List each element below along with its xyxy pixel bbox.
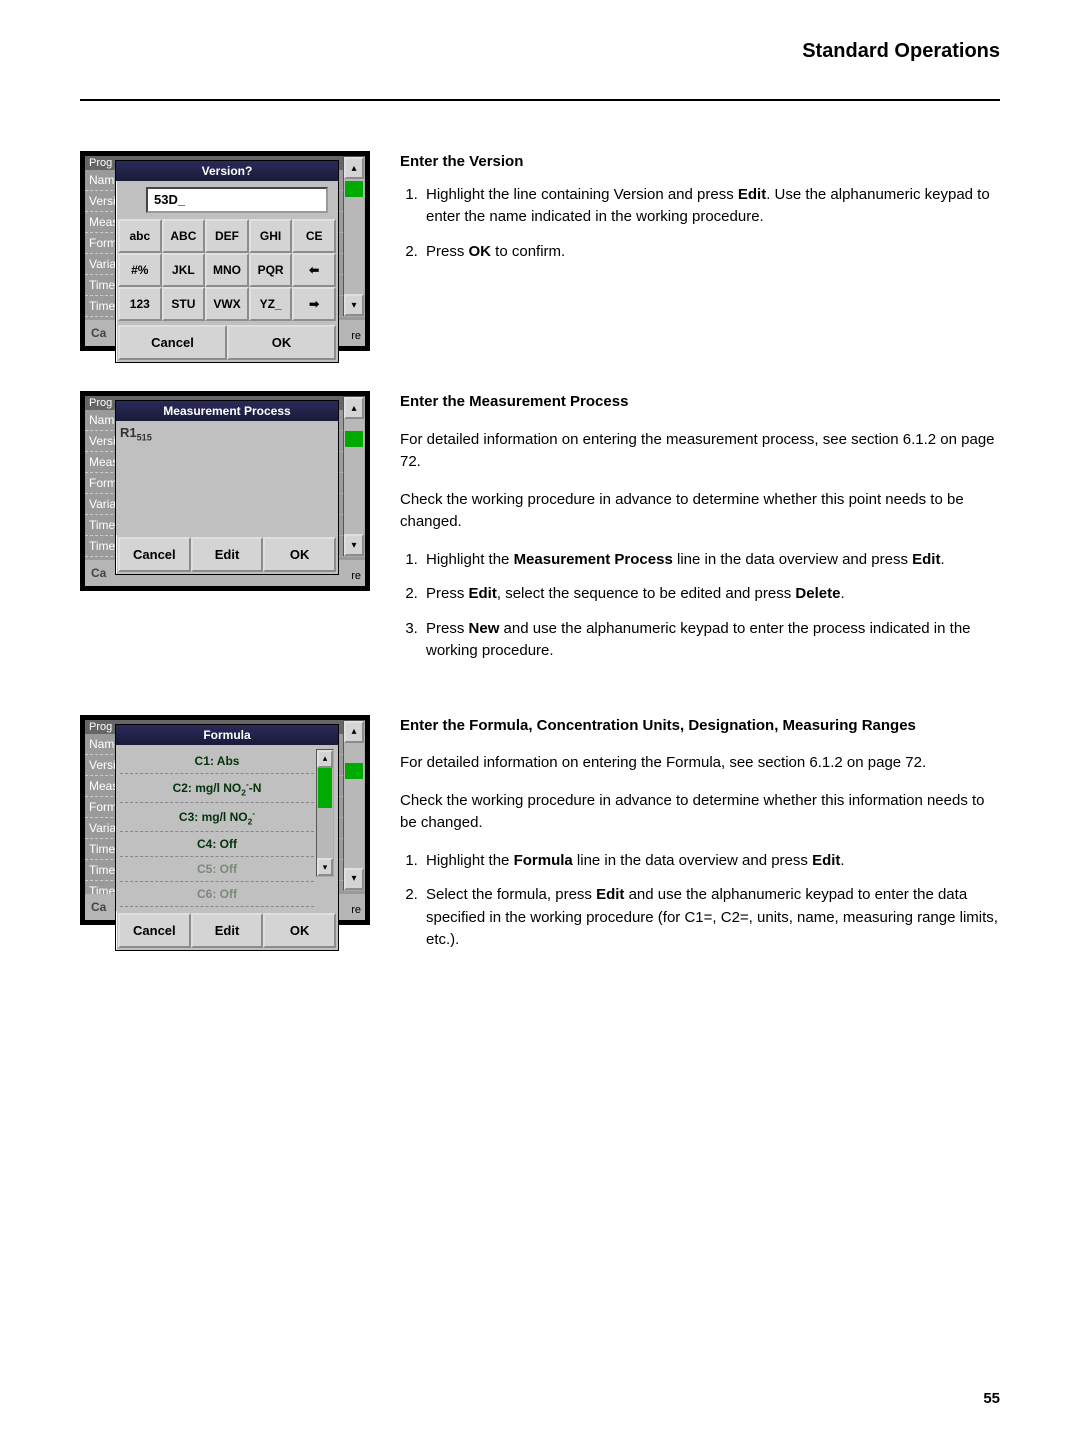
scroll-down-icon[interactable]: ▾ (344, 294, 364, 316)
step-item: Press Edit, select the sequence to be ed… (422, 583, 1000, 606)
page-number: 55 (983, 1390, 1000, 1407)
formula-item[interactable]: C4: Off (120, 832, 314, 857)
measurement-dialog: Measurement Process R1515 Cancel Edit OK (115, 400, 339, 575)
bg-footer-left: Ca (91, 566, 106, 580)
step-item: Select the formula, press Edit and use t… (422, 884, 1000, 952)
scroll-up-icon[interactable]: ▴ (317, 750, 333, 768)
key-def[interactable]: DEF (205, 219, 249, 253)
dialog-title: Version? (116, 161, 338, 181)
scroll-up-icon[interactable]: ▴ (344, 157, 364, 179)
key-yz[interactable]: YZ_ (249, 287, 293, 321)
scroll-thumb[interactable] (318, 768, 332, 808)
key-ghi[interactable]: GHI (249, 219, 293, 253)
key-right-arrow-icon[interactable]: ➡ (292, 287, 336, 321)
key-ce[interactable]: CE (292, 219, 336, 253)
ok-button[interactable]: OK (263, 537, 336, 572)
header-title: Standard Operations (80, 40, 1000, 69)
bg-prog-label: Prog (89, 397, 112, 409)
section-note: Check the working procedure in advance t… (400, 489, 1000, 534)
bg-footer-right: re (351, 570, 361, 582)
formula-dialog: Formula C1: Abs C2: mg/l NO2--N C3: mg/l… (115, 724, 339, 952)
measurement-content: R1515 (116, 421, 338, 535)
section-intro: For detailed information on entering the… (400, 429, 1000, 474)
key-mno[interactable]: MNO (205, 253, 249, 287)
scroll-down-icon[interactable]: ▾ (317, 858, 333, 876)
ok-button[interactable]: OK (227, 325, 336, 360)
key-symbols[interactable]: #% (118, 253, 162, 287)
key-vwx[interactable]: VWX (205, 287, 249, 321)
scroll-down-icon[interactable]: ▾ (344, 868, 364, 890)
bg-footer-right: re (351, 904, 361, 916)
key-abc-upper[interactable]: ABC (162, 219, 206, 253)
scroll-up-icon[interactable]: ▴ (344, 721, 364, 743)
dialog-title: Measurement Process (116, 401, 338, 421)
outer-scrollbar[interactable]: ▴ ▾ (343, 720, 365, 891)
version-dialog: Version? 53D_ abc ABC DEF GHI CE #% JKL … (115, 160, 339, 363)
section-intro: For detailed information on entering the… (400, 752, 1000, 775)
cancel-button[interactable]: Cancel (118, 325, 227, 360)
dialog-title: Formula (116, 725, 338, 745)
outer-scrollbar[interactable]: ▴ ▾ (343, 156, 365, 317)
bg-footer-left: Ca (91, 326, 106, 340)
key-jkl[interactable]: JKL (162, 253, 206, 287)
key-pqr[interactable]: PQR (249, 253, 293, 287)
scroll-thumb[interactable] (345, 181, 363, 197)
scroll-thumb[interactable] (345, 431, 363, 447)
outer-scrollbar[interactable]: ▴ ▾ (343, 396, 365, 557)
section-heading: Enter the Version (400, 151, 1000, 174)
edit-button[interactable]: Edit (191, 537, 264, 572)
cancel-button[interactable]: Cancel (118, 913, 191, 948)
formula-item[interactable]: C6: Off (120, 882, 314, 907)
key-stu[interactable]: STU (162, 287, 206, 321)
formula-item[interactable]: C1: Abs (120, 749, 314, 774)
key-left-arrow-icon[interactable]: ⬅ (292, 253, 336, 287)
formula-scrollbar[interactable]: ▴ ▾ (316, 749, 334, 878)
header-rule (80, 99, 1000, 101)
step-item: Press OK to confirm. (422, 241, 1000, 264)
scroll-down-icon[interactable]: ▾ (344, 534, 364, 556)
bg-footer-left: Ca (91, 900, 106, 914)
edit-button[interactable]: Edit (191, 913, 264, 948)
scroll-thumb[interactable] (345, 763, 363, 779)
section-note: Check the working procedure in advance t… (400, 790, 1000, 835)
formula-item[interactable]: C2: mg/l NO2--N (120, 774, 314, 803)
bg-prog-label: Prog (89, 157, 112, 169)
key-abc-lower[interactable]: abc (118, 219, 162, 253)
step-item: Highlight the Formula line in the data o… (422, 850, 1000, 873)
ok-button[interactable]: OK (263, 913, 336, 948)
version-input[interactable]: 53D_ (146, 187, 328, 213)
cancel-button[interactable]: Cancel (118, 537, 191, 572)
formula-item[interactable]: C3: mg/l NO2- (120, 803, 314, 832)
section-heading: Enter the Formula, Concentration Units, … (400, 715, 1000, 738)
bg-footer-right: re (351, 330, 361, 342)
bg-prog-label: Prog (89, 721, 112, 733)
scroll-up-icon[interactable]: ▴ (344, 397, 364, 419)
screenshot-version-dialog: Prog Name Versio Measu Formu Varial Time… (80, 151, 370, 351)
screenshot-measurement-dialog: Prog Name Versio Measu Formu Varial Time… (80, 391, 370, 675)
section-heading: Enter the Measurement Process (400, 391, 1000, 414)
page-header: Standard Operations (80, 40, 1000, 101)
screenshot-formula-dialog: Prog Name Versio Measu Formu Varial Time… (80, 715, 370, 964)
formula-item[interactable]: C5: Off (120, 857, 314, 882)
step-item: Highlight the line containing Version an… (422, 184, 1000, 229)
key-123[interactable]: 123 (118, 287, 162, 321)
step-item: Highlight the Measurement Process line i… (422, 549, 1000, 572)
step-item: Press New and use the alphanumeric keypa… (422, 618, 1000, 663)
